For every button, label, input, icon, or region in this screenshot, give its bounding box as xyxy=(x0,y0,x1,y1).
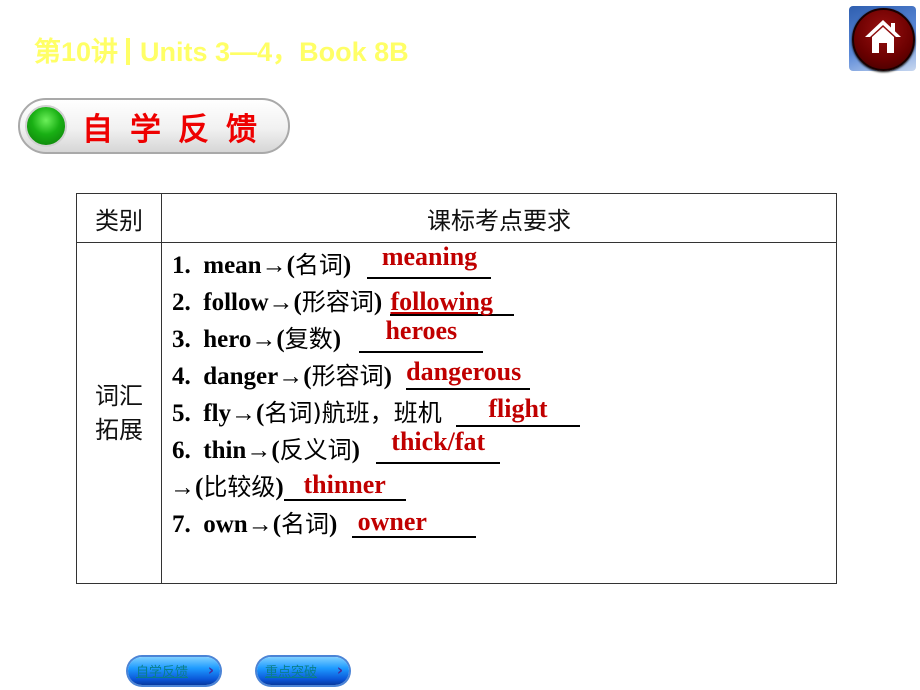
item-number: 6. xyxy=(172,437,191,464)
nav-button-label: 重点突破 xyxy=(265,665,318,680)
item-tail: ) xyxy=(383,363,392,390)
item-number: 4. xyxy=(172,363,191,390)
item-word: danger→( xyxy=(203,363,312,390)
item-hint: 名词 xyxy=(281,510,330,538)
item-word: mean→( xyxy=(203,252,295,279)
items-cell: 1. mean→(名词) meaning 2. follow→(形容词) fol… xyxy=(161,242,837,584)
item-hint: 比较级 xyxy=(203,473,276,501)
item-word: hero→( xyxy=(203,326,285,353)
answer: following xyxy=(390,287,494,316)
answer: heroes xyxy=(385,316,458,345)
item-hint: 名词 xyxy=(264,399,313,427)
item-hint: 反义词 xyxy=(279,436,352,464)
item-word: follow→( xyxy=(203,289,302,316)
answer: thick/fat xyxy=(391,427,486,456)
item-word: own→( xyxy=(203,511,282,538)
list-item: 2. follow→(形容词) following xyxy=(172,284,836,321)
chevron-right-icon: › xyxy=(336,661,343,679)
list-item: 6. thin→(反义词) thick/fat xyxy=(172,428,836,469)
answer: thinner xyxy=(303,470,386,499)
list-item: 4. danger→(形容词) dangerous xyxy=(172,358,836,395)
item-tail: ) xyxy=(275,474,284,501)
home-button[interactable] xyxy=(849,6,916,71)
item-tail: ) xyxy=(332,326,342,353)
answer-blank[interactable]: dangerous xyxy=(406,358,531,390)
answer: flight xyxy=(488,394,548,423)
list-item: →(比较级) thinner xyxy=(170,469,836,506)
answer-blank[interactable]: following xyxy=(390,286,515,316)
item-number: 7. xyxy=(172,511,191,538)
category-label: 词汇拓展 xyxy=(94,382,143,444)
lecture-subtitle: Units 3—4，Book 8B xyxy=(140,37,409,67)
item-number: 2. xyxy=(172,289,191,316)
answer: dangerous xyxy=(406,357,522,386)
item-word: →( xyxy=(170,474,204,501)
category-cell: 词汇拓展 xyxy=(76,242,162,584)
nav-button-key-points[interactable]: 重点突破 › xyxy=(257,657,349,685)
item-hint: 名词 xyxy=(294,251,343,279)
answer-blank[interactable]: flight xyxy=(455,394,580,427)
item-tail: ) xyxy=(351,437,360,464)
home-icon xyxy=(865,20,901,53)
answer-blank[interactable]: thinner xyxy=(283,470,406,501)
list-item: 1. mean→(名词) meaning xyxy=(172,243,836,284)
nav-button-label: 自学反馈 xyxy=(136,665,189,680)
title-divider xyxy=(126,38,131,65)
table-row: 词汇拓展 1. mean→(名词) meaning 2. follow→(形容词… xyxy=(76,242,837,584)
item-hint: 形容词 xyxy=(311,362,384,390)
lecture-title: 第10讲 Units 3—4，Book 8B xyxy=(34,30,409,69)
answer-blank[interactable]: heroes xyxy=(359,317,484,353)
item-word: fly→( xyxy=(203,400,265,427)
item-number: 3. xyxy=(172,326,191,353)
answer: meaning xyxy=(381,242,478,271)
item-number: 1. xyxy=(172,252,191,279)
table-header-row: 类别 课标考点要求 xyxy=(76,193,837,243)
item-hint: 复数 xyxy=(284,325,333,353)
lecture-number: 第10讲 xyxy=(34,37,119,67)
chevron-right-icon: › xyxy=(207,661,214,679)
item-hint: 形容词 xyxy=(301,288,374,316)
header-requirements: 课标考点要求 xyxy=(161,193,837,243)
item-number: 5. xyxy=(172,400,191,427)
answer-blank[interactable]: meaning xyxy=(367,243,492,279)
item-word: thin→( xyxy=(203,437,280,464)
answer: owner xyxy=(357,507,427,536)
item-tail: )航班，班机 xyxy=(312,399,442,427)
nav-button-self-study[interactable]: 自学反馈 › xyxy=(128,657,220,685)
answer-blank[interactable]: owner xyxy=(351,507,476,538)
list-item: 5. fly→(名词)航班，班机 flight xyxy=(172,395,836,432)
vocabulary-table: 类别 课标考点要求 词汇拓展 1. mean→(名词) meaning 2. f… xyxy=(76,193,837,584)
list-item: 3. hero→(复数) heroes xyxy=(172,317,836,358)
item-tail: ) xyxy=(342,252,352,279)
item-tail: ) xyxy=(329,511,338,538)
section-title: 自学反馈 xyxy=(82,112,274,148)
item-tail: ) xyxy=(373,289,383,316)
header-category: 类别 xyxy=(76,193,162,243)
answer-blank[interactable]: thick/fat xyxy=(376,428,501,464)
green-dot-icon xyxy=(25,105,67,147)
list-item: 7. own→(名词) owner xyxy=(172,506,836,543)
section-header: 自学反馈 xyxy=(18,98,290,154)
